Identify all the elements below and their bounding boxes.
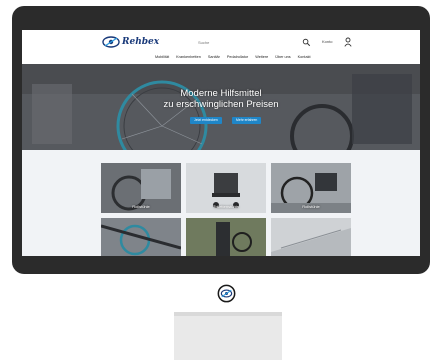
hero-title-line1: Moderne Hilfsmittel (180, 88, 262, 99)
category-tile[interactable] (186, 218, 266, 256)
category-image (186, 218, 266, 256)
category-label: Rollstühle (302, 204, 320, 209)
logo-text: Rehbex (122, 37, 160, 47)
category-tile[interactable]: Rollstühle (101, 163, 181, 213)
category-tile[interactable]: Rollstühle (271, 163, 351, 213)
nav-item-kontakt[interactable]: Kontakt (298, 55, 311, 59)
nav-item-krankenbetten[interactable]: Krankenbetten (176, 55, 201, 59)
category-label: Rollstühle (132, 204, 150, 209)
hero-secondary-button[interactable]: Mehr erfahren (232, 117, 262, 124)
monitor-stand-shadow (174, 312, 282, 316)
nav-item-ueber-uns[interactable]: Über uns (275, 55, 290, 59)
nav-item-pedalrollator[interactable]: Pedalrollator (227, 55, 248, 59)
nav-item-weitere[interactable]: Weitere (255, 55, 268, 59)
main-nav: Mobilität Krankenbetten Sanitär Pedalrol… (155, 55, 311, 59)
nav-item-sanitaer[interactable]: Sanitär (208, 55, 220, 59)
category-grid: Rollstühle Toilettenstühle Rollstühle (22, 150, 420, 256)
hero-banner: Moderne Hilfsmittel zu erschwinglichen P… (22, 64, 420, 150)
search-icon[interactable] (302, 38, 311, 47)
category-tile[interactable] (101, 218, 181, 256)
user-icon[interactable] (344, 37, 352, 47)
category-image (271, 218, 351, 256)
category-tile[interactable] (271, 218, 351, 256)
nav-item-mobilitaet[interactable]: Mobilität (155, 55, 169, 59)
monitor-stand (174, 312, 282, 360)
browser-screen: Rehbex Konto Mobilität Krankenbetten San… (22, 30, 420, 256)
category-label: Toilettenstühle (213, 204, 239, 209)
hero-primary-button[interactable]: Jetzt entdecken (190, 117, 222, 124)
hero-title-line2: zu erschwinglichen Preisen (163, 99, 279, 110)
category-tile[interactable]: Toilettenstühle (186, 163, 266, 213)
logo-icon (102, 36, 120, 48)
account-link[interactable]: Konto (322, 39, 332, 44)
site-logo[interactable]: Rehbex (102, 34, 159, 50)
category-image (101, 218, 181, 256)
site-header: Rehbex Konto Mobilität Krankenbetten San… (22, 30, 420, 65)
brand-badge-icon (217, 284, 236, 303)
